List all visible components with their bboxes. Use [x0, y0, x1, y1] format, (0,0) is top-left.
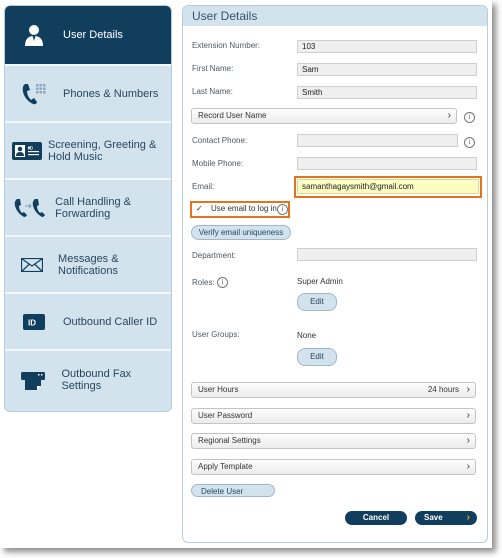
info-icon[interactable]: i — [217, 277, 228, 288]
chevron-right-icon: › — [466, 512, 470, 523]
sidebar-item-call-handling[interactable]: Call Handling & Forwarding — [5, 180, 171, 237]
sidebar-item-messages[interactable]: Messages & Notifications — [5, 237, 171, 294]
cancel-button[interactable]: Cancel — [345, 511, 407, 525]
extension-label: Extension Number: — [192, 41, 261, 50]
sidebar-item-outbound-caller-id[interactable]: ID Outbound Caller ID — [5, 294, 171, 351]
svg-text:ID: ID — [28, 146, 33, 152]
use-email-login-label: Use email to log in — [211, 204, 277, 213]
chevron-right-icon: › — [466, 384, 470, 395]
contact-phone-label: Contact Phone: — [192, 136, 248, 145]
sidebar-item-label: Outbound Caller ID — [63, 315, 158, 328]
chevron-right-icon: › — [447, 110, 451, 121]
edit-user-groups-button[interactable]: Edit — [297, 348, 337, 366]
contact-phone-field[interactable] — [297, 134, 458, 147]
sidebar-item-screening-greeting[interactable]: ID Screening, Greeting & Hold Music — [5, 123, 171, 180]
sidebar-item-label: Phones & Numbers — [63, 87, 159, 100]
user-password-button[interactable]: User Password › — [191, 408, 476, 424]
record-user-name-button[interactable]: Record User Name › — [191, 108, 457, 124]
user-hours-button[interactable]: User Hours 24 hours › — [191, 382, 476, 398]
sidebar-item-label: Outbound Fax Settings — [61, 367, 132, 392]
email-field[interactable]: samanthagaysmith@gmail.com — [297, 179, 479, 194]
call-forward-icon — [5, 198, 55, 218]
user-icon — [5, 24, 63, 46]
chevron-right-icon: › — [466, 435, 470, 446]
record-user-name-label: Record User Name — [198, 111, 267, 120]
info-icon[interactable]: i — [464, 112, 475, 123]
first-name-label: First Name: — [192, 64, 234, 73]
chevron-right-icon: › — [466, 461, 470, 472]
info-icon[interactable]: i — [464, 137, 475, 148]
last-name-field[interactable]: Smith — [297, 86, 477, 99]
sidebar-item-user-details[interactable]: User Details — [5, 6, 171, 66]
envelope-icon — [5, 257, 58, 272]
mobile-phone-label: Mobile Phone: — [192, 159, 244, 168]
info-icon[interactable]: i — [277, 204, 288, 215]
regional-settings-label: Regional Settings — [198, 436, 261, 445]
save-button[interactable]: Save › — [415, 511, 477, 525]
sidebar-item-label: Call Handling & Forwarding — [55, 195, 131, 220]
sidebar-item-label: Messages & Notifications — [58, 252, 119, 277]
sidebar-item-label: User Details — [63, 29, 123, 41]
phone-keypad-icon — [5, 82, 63, 106]
sidebar-item-label: Screening, Greeting & Hold Music — [48, 138, 157, 163]
svg-text:ID: ID — [28, 318, 36, 327]
use-email-login-checkbox[interactable]: ✓ — [196, 204, 203, 213]
extension-field[interactable]: 103 — [297, 40, 477, 53]
department-field[interactable] — [297, 248, 477, 261]
user-details-panel: User Details Extension Number: 103 First… — [182, 5, 488, 543]
user-hours-value: 24 hours — [427, 385, 459, 394]
last-name-label: Last Name: — [192, 87, 233, 96]
user-password-label: User Password — [198, 411, 253, 420]
department-label: Department: — [192, 251, 237, 260]
regional-settings-button[interactable]: Regional Settings › — [191, 433, 476, 449]
caller-id-icon: ID — [5, 313, 63, 330]
user-groups-value: None — [297, 331, 317, 340]
first-name-field[interactable]: Sam — [297, 63, 477, 76]
email-label: Email: — [192, 182, 215, 191]
sidebar-nav: User Details Phones & Numbers ID Screeni… — [4, 5, 172, 412]
roles-value: Super Admin — [297, 277, 343, 286]
id-card-icon: ID — [5, 141, 48, 160]
delete-user-button[interactable]: Delete User — [191, 484, 275, 497]
sidebar-item-phones-numbers[interactable]: Phones & Numbers — [5, 66, 171, 123]
user-hours-label: User Hours — [198, 385, 239, 394]
apply-template-button[interactable]: Apply Template › — [191, 459, 476, 475]
edit-roles-button[interactable]: Edit — [297, 293, 337, 311]
fax-icon — [5, 370, 61, 390]
sidebar-item-outbound-fax[interactable]: Outbound Fax Settings — [5, 351, 171, 408]
verify-email-button[interactable]: Verify email uniqueness — [191, 225, 291, 240]
mobile-phone-field[interactable] — [297, 157, 477, 170]
apply-template-label: Apply Template — [198, 462, 253, 471]
roles-label: Roles: — [192, 278, 215, 287]
save-label: Save — [424, 513, 443, 522]
panel-title: User Details — [183, 6, 487, 26]
user-groups-label: User Groups: — [192, 330, 240, 339]
chevron-right-icon: › — [466, 410, 470, 421]
